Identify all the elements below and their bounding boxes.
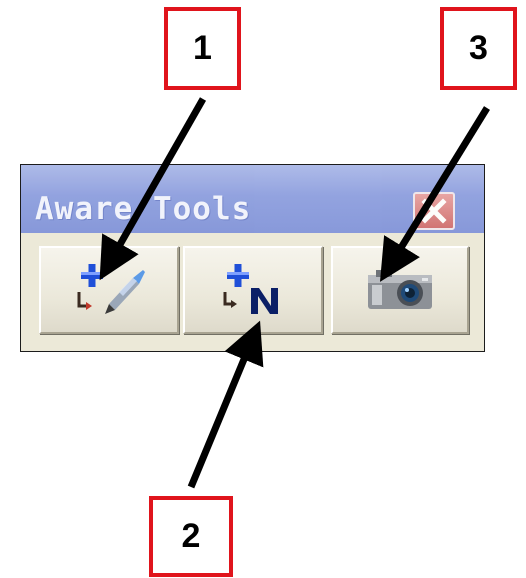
aware-tools-window: Aware Tools: [20, 164, 485, 352]
window-title: Aware Tools: [35, 191, 252, 227]
close-button[interactable]: [413, 192, 455, 230]
toolbar: [21, 233, 484, 351]
camera-icon: [368, 270, 432, 309]
callout-1-label: 1: [193, 29, 212, 67]
add-plot-pen-button[interactable]: [39, 246, 179, 334]
close-icon: [421, 198, 447, 224]
camera-button[interactable]: [331, 246, 469, 334]
arrow-2: [187, 320, 264, 489]
callout-1: 1: [164, 7, 241, 90]
add-plot-n-button[interactable]: [183, 246, 323, 334]
title-bar[interactable]: Aware Tools: [21, 165, 484, 233]
callout-3-label: 3: [469, 29, 488, 67]
add-plot-pen-icon: [77, 264, 145, 314]
callout-2: 2: [149, 496, 233, 577]
add-plot-n-icon: [223, 264, 278, 314]
callout-2-label: 2: [181, 517, 201, 555]
callout-3: 3: [440, 7, 517, 90]
